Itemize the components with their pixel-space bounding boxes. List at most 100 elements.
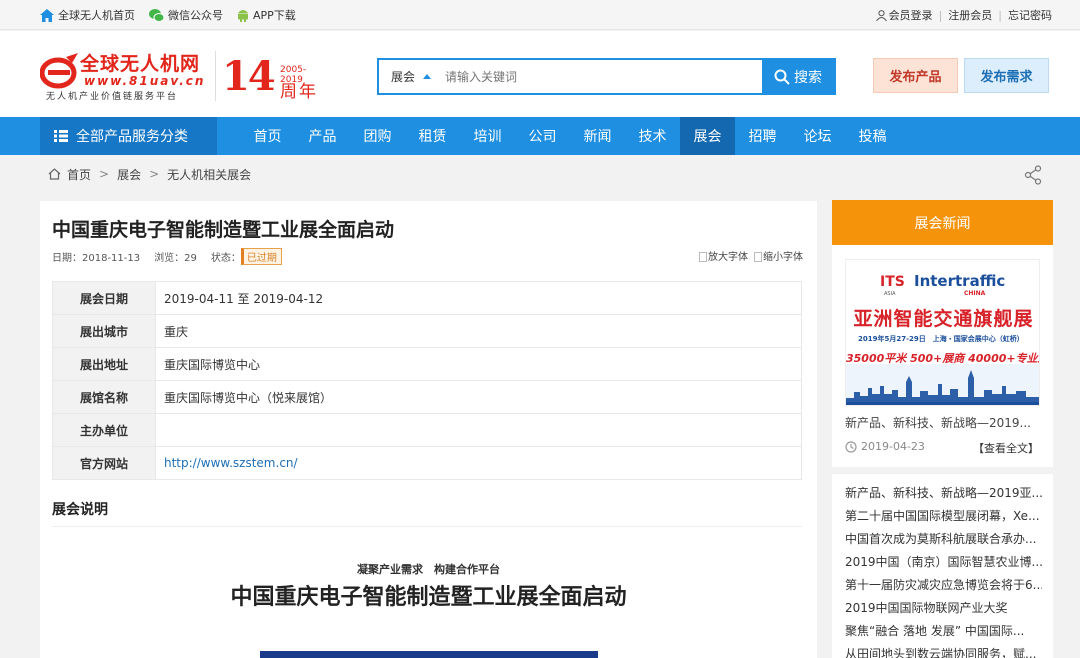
all-categories-button[interactable]: 全部产品服务分类 <box>40 117 217 155</box>
chevron-right-icon: > <box>99 167 110 181</box>
nav-item-exhibitions[interactable]: 展会 <box>680 117 735 155</box>
row-key: 展出地址 <box>52 347 156 381</box>
banner-headline: 亚洲智能交通旗舰展 <box>853 308 1034 330</box>
news-item[interactable]: 聚焦“融合 落地 发展” 中国国际... <box>845 620 1042 643</box>
nav-item-news[interactable]: 新闻 <box>570 117 625 155</box>
anniversary-badge: 14 2005-2019 周年 <box>215 51 325 102</box>
nav-item-forum[interactable]: 论坛 <box>790 117 845 155</box>
wechat-link-label: 微信公众号 <box>168 9 223 22</box>
site-logo[interactable]: 全球无人机网 www.81uav.cn 无人机产业价值链服务平台 <box>40 49 208 103</box>
news-item[interactable]: 2019中国国际物联网产业大奖 <box>845 597 1042 620</box>
row-value <box>155 413 802 447</box>
font-size-controls: 放大字体 缩小字体 <box>699 248 803 263</box>
banner-asia: ASIA <box>884 291 896 297</box>
table-row: 展出地址 重庆国际博览中心 <box>52 347 802 381</box>
list-icon <box>54 130 68 142</box>
nav-item-submit[interactable]: 投稿 <box>845 117 900 155</box>
row-key: 展出城市 <box>52 314 156 348</box>
news-item[interactable]: 第二十届中国国际模型展闭幕，Xe... <box>845 505 1042 528</box>
nav-item-companies[interactable]: 公司 <box>515 117 570 155</box>
nav-item-jobs[interactable]: 招聘 <box>735 117 790 155</box>
news-item[interactable]: 第十一届防灾减灾应急博览会将于6... <box>845 574 1042 597</box>
row-key: 官方网站 <box>52 446 156 480</box>
description-subtitle: 凝聚产业需求 构建合作平台 <box>357 563 500 576</box>
wechat-link[interactable]: 微信公众号 <box>149 7 223 23</box>
row-key: 展会日期 <box>52 281 156 315</box>
top-bar: 全球无人机首页 微信公众号 APP下载 会员登录 | 注册会员 | 忘记密码 <box>0 0 1080 30</box>
row-value: 2019-04-11 至 2019-04-12 <box>155 281 802 315</box>
divider <box>52 526 802 527</box>
table-row: 展馆名称 重庆国际博览中心（悦来展馆） <box>52 380 802 414</box>
featured-caption[interactable]: 新产品、新科技、新战略—2019... <box>845 414 1031 431</box>
app-download-link[interactable]: APP下载 <box>237 7 296 23</box>
status-badge: 已过期 <box>240 248 282 265</box>
exhibition-news-list: 新产品、新科技、新战略—2019亚... 第二十届中国国际模型展闭幕，Xe...… <box>832 474 1053 658</box>
table-row: 展会日期 2019-04-11 至 2019-04-12 <box>52 281 802 315</box>
user-icon <box>875 9 887 21</box>
description-heading: 展会说明 <box>52 502 108 518</box>
register-link[interactable]: 注册会员 <box>948 7 992 23</box>
search-box: 展会 搜索 <box>377 58 836 95</box>
featured-banner-image[interactable]: ITS ASIA Intertraffic CHINA 亚洲智能交通旗舰展 20… <box>845 259 1040 406</box>
separator: | <box>998 8 1002 22</box>
featured-date: 2019-04-23 <box>845 440 925 453</box>
featured-news-card: ITS ASIA Intertraffic CHINA 亚洲智能交通旗舰展 20… <box>832 245 1053 467</box>
breadcrumb-home[interactable]: 首页 <box>67 166 91 183</box>
news-item[interactable]: 中国首次成为莫斯科航展联合承办... <box>845 528 1042 551</box>
login-link[interactable]: 会员登录 <box>889 7 933 23</box>
forgot-password-link[interactable]: 忘记密码 <box>1008 7 1052 23</box>
anniversary-number: 14 <box>222 53 276 100</box>
row-value: 重庆国际博览中心（悦来展馆） <box>155 380 802 414</box>
banner-when: 2019年5月27-29日 上海・国家会展中心（虹桥） <box>858 335 1024 343</box>
share-icon[interactable] <box>1024 165 1042 185</box>
android-icon <box>238 10 248 22</box>
news-item[interactable]: 新产品、新科技、新战略—2019亚... <box>845 482 1042 505</box>
font-bigger-label: 放大字体 <box>708 252 748 263</box>
main-nav: 全部产品服务分类 首页 产品 团购 租赁 培训 公司 新闻 技术 展会 招聘 论… <box>0 117 1080 155</box>
publish-product-button[interactable]: 发布产品 <box>873 58 958 93</box>
official-website-link[interactable]: http://www.szstem.cn/ <box>155 446 802 480</box>
status-label: 状态： <box>210 253 241 264</box>
nav-item-tech[interactable]: 技术 <box>625 117 680 155</box>
search-category-label: 展会 <box>391 70 416 84</box>
logo-e-icon <box>40 53 78 89</box>
article-status: 状态： 已过期 <box>211 248 282 265</box>
row-value: 重庆 <box>155 314 802 348</box>
article-image <box>260 651 598 658</box>
article-date: 日期：2018-11-13 <box>52 253 141 264</box>
logo-url: www.81uav.cn <box>84 74 206 88</box>
nav-item-products[interactable]: 产品 <box>295 117 350 155</box>
home-icon <box>40 8 54 22</box>
home-link[interactable]: 全球无人机首页 <box>40 7 135 23</box>
search-input[interactable] <box>445 66 755 88</box>
banner-its: ITS <box>880 274 905 290</box>
wechat-icon <box>149 8 164 22</box>
search-button[interactable]: 搜索 <box>762 60 834 93</box>
nav-item-home[interactable]: 首页 <box>240 117 295 155</box>
header: 全球无人机网 www.81uav.cn 无人机产业价值链服务平台 14 2005… <box>0 31 1080 117</box>
row-value: 重庆国际博览中心 <box>155 347 802 381</box>
search-button-label: 搜索 <box>794 69 822 86</box>
search-category-select[interactable]: 展会 <box>391 60 432 93</box>
publish-demand-button[interactable]: 发布需求 <box>964 58 1049 93</box>
font-bigger-button[interactable]: 放大字体 <box>699 248 748 263</box>
font-smaller-button[interactable]: 缩小字体 <box>754 248 803 263</box>
nav-item-group-buy[interactable]: 团购 <box>350 117 405 155</box>
table-row: 官方网站 http://www.szstem.cn/ <box>52 446 802 480</box>
anniversary-label: 周年 <box>280 82 318 102</box>
article-card: 中国重庆电子智能制造暨工业展全面启动 日期：2018-11-13 浏览：29 状… <box>40 201 817 658</box>
chevron-right-icon: > <box>149 167 160 181</box>
exhibition-info-table: 展会日期 2019-04-11 至 2019-04-12 展出城市 重庆 展出地… <box>52 281 802 480</box>
breadcrumb-uav-exhibitions[interactable]: 无人机相关展会 <box>167 166 251 183</box>
news-item[interactable]: 从田间地头到数云端协同服务，赋... <box>845 643 1042 658</box>
home-link-label: 全球无人机首页 <box>58 9 135 22</box>
table-row: 主办单位 <box>52 413 802 447</box>
news-item[interactable]: 2019中国（南京）国际智慧农业博... <box>845 551 1042 574</box>
read-more-link[interactable]: 【查看全文】 <box>973 440 1039 456</box>
table-row: 展出城市 重庆 <box>52 314 802 348</box>
clock-icon <box>845 440 857 453</box>
nav-item-training[interactable]: 培训 <box>460 117 515 155</box>
nav-item-rental[interactable]: 租赁 <box>405 117 460 155</box>
logo-slogan: 无人机产业价值链服务平台 <box>46 92 179 102</box>
breadcrumb-exhibitions[interactable]: 展会 <box>117 166 141 183</box>
